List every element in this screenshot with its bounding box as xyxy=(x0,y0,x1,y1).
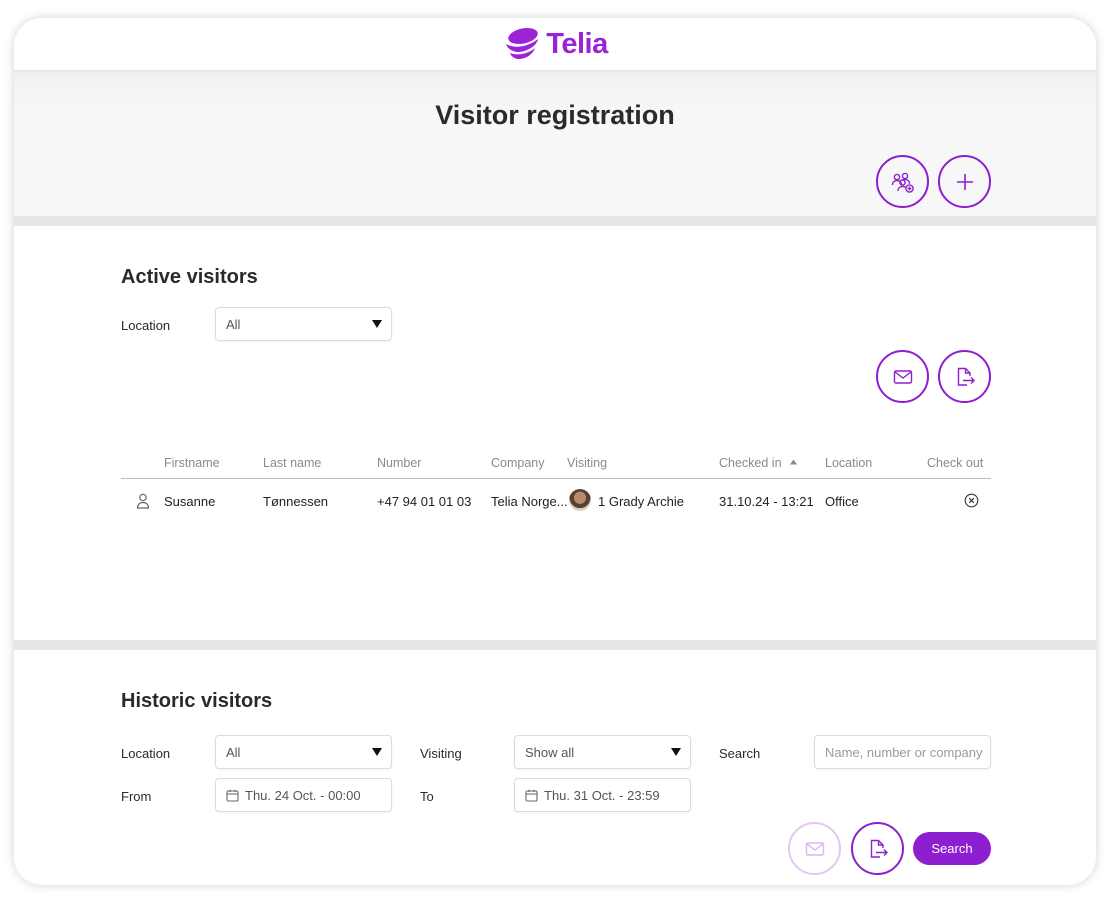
visiting-select[interactable]: Show all xyxy=(514,735,691,769)
column-firstname[interactable]: Firstname xyxy=(164,456,220,470)
chevron-down-icon xyxy=(671,748,681,756)
mail-icon xyxy=(893,369,912,384)
export-active-button[interactable] xyxy=(938,350,991,403)
active-location-value: All xyxy=(226,316,241,332)
to-date-input[interactable]: Thu. 31 Oct. - 23:59 xyxy=(514,778,691,812)
chevron-down-icon xyxy=(372,748,382,756)
chevron-down-icon xyxy=(372,320,382,328)
export-historic-button[interactable] xyxy=(851,822,904,875)
app-window: Telia Visitor registration Active visito… xyxy=(14,18,1096,885)
person-icon xyxy=(136,493,150,509)
users-add-icon xyxy=(891,172,914,193)
email-active-button[interactable] xyxy=(876,350,929,403)
column-checked-in[interactable]: Checked in xyxy=(719,456,798,470)
search-placeholder: Name, number or company xyxy=(825,744,983,760)
to-label: To xyxy=(420,789,434,804)
close-circle-icon xyxy=(964,493,978,508)
column-checked-in-label: Checked in xyxy=(719,456,782,470)
plus-icon xyxy=(956,173,973,190)
mail-icon xyxy=(805,841,824,856)
visiting-value: Show all xyxy=(525,744,575,760)
from-date-input[interactable]: Thu. 24 Oct. - 00:00 xyxy=(215,778,392,812)
historic-location-value: All xyxy=(226,744,241,760)
active-location-label: Location xyxy=(121,318,171,333)
telia-pebble-icon xyxy=(506,28,539,59)
cell-location: Office xyxy=(825,494,859,509)
column-location[interactable]: Location xyxy=(825,456,872,470)
page-title: Visitor registration xyxy=(435,100,675,130)
search-input[interactable]: Name, number or company xyxy=(814,735,991,769)
export-icon xyxy=(957,367,975,386)
visiting-label: Visiting xyxy=(420,746,462,761)
active-visitors-title: Active visitors xyxy=(121,266,258,288)
section-divider xyxy=(14,216,1096,226)
search-button[interactable]: Search xyxy=(913,832,991,865)
table-header-divider xyxy=(121,478,991,479)
cell-firstname: Susanne xyxy=(164,494,216,509)
from-date-value: Thu. 24 Oct. - 00:00 xyxy=(245,787,361,803)
header-band: Visitor registration xyxy=(14,70,1096,216)
column-company[interactable]: Company xyxy=(491,456,545,470)
cell-lastname: Tønnessen xyxy=(263,494,329,509)
column-visiting[interactable]: Visiting xyxy=(567,456,607,470)
column-checkout[interactable]: Check out xyxy=(927,456,983,470)
from-label: From xyxy=(121,789,152,804)
section-divider xyxy=(14,640,1096,650)
historic-location-label: Location xyxy=(121,746,171,761)
checkout-button[interactable] xyxy=(963,493,979,509)
top-bar: Telia xyxy=(14,18,1096,70)
email-historic-button[interactable] xyxy=(788,822,841,875)
search-label: Search xyxy=(719,746,761,761)
cell-number: +47 94 01 01 03 xyxy=(377,494,472,509)
avatar xyxy=(569,489,591,511)
calendar-icon xyxy=(525,789,538,802)
add-visitor-button[interactable] xyxy=(938,155,991,208)
cell-visiting: 1 Grady Archie xyxy=(598,494,684,509)
historic-visitors-title: Historic visitors xyxy=(121,690,273,712)
to-date-value: Thu. 31 Oct. - 23:59 xyxy=(544,787,660,803)
active-location-select[interactable]: All xyxy=(215,307,392,341)
add-visitor-group-button[interactable] xyxy=(876,155,929,208)
column-number[interactable]: Number xyxy=(377,456,421,470)
historic-location-select[interactable]: All xyxy=(215,735,392,769)
cell-company: Telia Norge... xyxy=(491,494,568,509)
cell-checked-in: 31.10.24 - 13:21 xyxy=(719,494,814,509)
export-icon xyxy=(870,839,888,858)
sort-up-icon xyxy=(790,459,798,465)
column-lastname[interactable]: Last name xyxy=(263,456,321,470)
calendar-icon xyxy=(226,789,239,802)
brand-name: Telia xyxy=(546,27,608,60)
telia-logo[interactable]: Telia xyxy=(502,25,608,63)
